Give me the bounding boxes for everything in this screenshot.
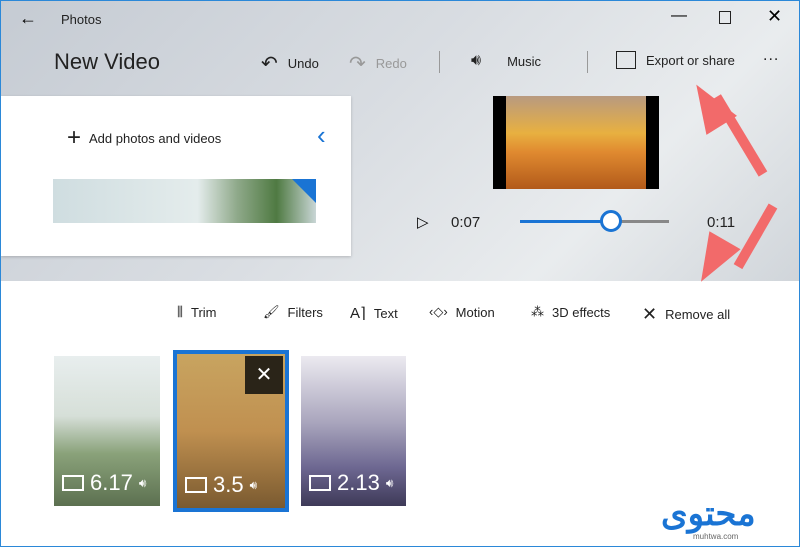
undo-button[interactable]: ↶ Undo (261, 51, 319, 76)
film-icon (185, 477, 207, 493)
video-preview[interactable] (493, 96, 659, 189)
music-button[interactable]: 🔊︎ Music (471, 52, 541, 70)
photos-window: ← Photos — ✕ New Video ↶ Undo ↷ Redo 🔊︎ Mus… (0, 0, 800, 547)
library-thumbnail[interactable] (53, 179, 316, 223)
play-icon[interactable]: ▷ (417, 213, 429, 231)
text-icon: A⌉ (350, 305, 366, 322)
back-icon[interactable]: ← (19, 8, 37, 29)
seek-handle[interactable] (600, 210, 622, 232)
current-time: 0:07 (451, 214, 481, 231)
close-button[interactable]: ✕ (767, 6, 782, 27)
total-time: 0:11 (707, 214, 736, 231)
redo-icon: ↷ (349, 53, 366, 75)
export-image-icon (616, 51, 636, 69)
added-marker-icon (292, 179, 316, 203)
audio-icon: 🔊︎ (249, 477, 258, 492)
trim-icon: ⫼ (177, 304, 183, 319)
minimize-button[interactable]: — (671, 7, 687, 25)
audio-icon: 🔊︎ (385, 475, 394, 490)
brush-icon: 🖌︎ (263, 304, 280, 319)
remove-all-button[interactable]: ✕ Remove all (642, 304, 730, 325)
divider (587, 51, 588, 73)
text-button[interactable]: A⌉ Text (350, 304, 398, 322)
x-icon: ✕ (642, 304, 658, 324)
window-title: Photos (61, 12, 102, 27)
more-options-button[interactable]: ... (763, 47, 779, 65)
3d-effects-icon: ⁂ (531, 304, 544, 319)
plus-icon: + (67, 124, 82, 151)
remove-clip-button[interactable]: ✕ (245, 356, 283, 394)
project-library-panel: + Add photos and videos ‹ (1, 96, 351, 256)
3d-effects-button[interactable]: ⁂ 3D effects (531, 304, 610, 320)
maximize-button[interactable] (719, 11, 731, 24)
trim-button[interactable]: ⫼ Trim (177, 304, 217, 320)
add-photos-button[interactable]: + Add photos and videos (67, 124, 221, 152)
divider (439, 51, 440, 73)
film-icon (309, 475, 331, 491)
watermark-logo: محتوى (661, 495, 756, 533)
filters-button[interactable]: 🖌︎ Filters (263, 304, 323, 320)
storyboard-clip[interactable]: 6.17 🔊︎ (54, 356, 160, 506)
seek-slider[interactable] (520, 210, 669, 232)
watermark-site: muhtwa.com (693, 532, 739, 541)
project-title[interactable]: New Video (54, 49, 160, 75)
audio-icon: 🔊︎ (138, 475, 147, 490)
speaker-icon: 🔊︎ (471, 52, 482, 69)
undo-icon: ↶ (261, 53, 278, 75)
collapse-chevron-icon[interactable]: ‹ (317, 120, 326, 151)
storyboard-clip[interactable]: 2.13 🔊︎ (301, 356, 406, 506)
motion-icon: ‹◇› (429, 304, 448, 319)
export-share-button[interactable]: Export or share (616, 51, 735, 69)
motion-button[interactable]: ‹◇› Motion (429, 304, 495, 320)
film-icon (62, 475, 84, 491)
storyboard-clip-selected[interactable]: ✕ 3.5 🔊︎ (173, 350, 289, 512)
redo-button[interactable]: ↷ Redo (349, 51, 407, 76)
